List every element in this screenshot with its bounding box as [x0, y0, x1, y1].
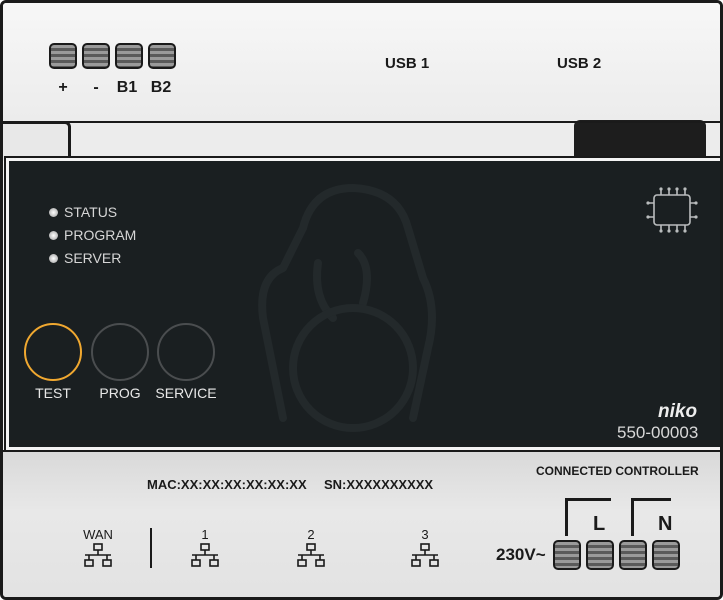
left-housing-tab — [3, 121, 71, 161]
l-label: L — [593, 513, 606, 535]
top-divider — [3, 121, 720, 123]
wan-network-icon[interactable] — [83, 543, 113, 569]
usb-2-label: USB 2 — [557, 55, 602, 72]
status-led-label: STATUS — [64, 204, 118, 220]
service-button-label: SERVICE — [155, 385, 217, 401]
processor-chip-icon — [646, 187, 698, 233]
terminal-label-minus: - — [93, 79, 99, 96]
program-led-label: PROGRAM — [64, 227, 137, 243]
server-led-label: SERVER — [64, 250, 122, 266]
power-terminal-3[interactable] — [619, 540, 647, 570]
lan-port-3-icon[interactable] — [410, 543, 440, 569]
l-bracket-top — [565, 498, 601, 501]
program-led — [49, 230, 58, 240]
bottom-divider — [3, 450, 720, 452]
server-led-row: SERVER — [49, 250, 121, 266]
program-led-row: PROGRAM — [49, 227, 136, 243]
mac-address: MAC:XX:XX:XX:XX:XX:XX — [147, 477, 307, 492]
status-led-row: STATUS — [49, 204, 117, 220]
terminal-b1[interactable] — [115, 43, 143, 69]
status-led — [49, 207, 58, 217]
terminal-minus[interactable] — [82, 43, 110, 69]
right-housing-block — [574, 120, 706, 160]
top-connector-strip — [3, 3, 720, 121]
hand-watermark-icon — [258, 184, 436, 432]
power-terminal-1[interactable] — [553, 540, 581, 570]
lan-port-3-label: 3 — [421, 527, 429, 542]
n-label: N — [658, 513, 673, 535]
connected-controller-title: CONNECTED CONTROLLER — [536, 464, 699, 478]
prog-button[interactable] — [91, 323, 149, 381]
server-led — [49, 253, 58, 263]
lan-port-2-icon[interactable] — [296, 543, 326, 569]
power-terminal-2[interactable] — [586, 540, 614, 570]
terminal-label-b1: B1 — [116, 79, 138, 96]
model-number: 550-00003 — [617, 423, 699, 442]
terminal-label-b2: B2 — [150, 79, 172, 96]
terminal-label-plus: + — [58, 79, 68, 96]
controller-device: + - B1 B2 USB 1 USB 2 STATUS PROGRAM SER… — [0, 0, 723, 600]
wan-label: WAN — [83, 527, 113, 542]
test-button[interactable] — [24, 323, 82, 381]
serial-number: SN:XXXXXXXXXX — [324, 477, 434, 492]
voltage-label: 230V~ — [496, 545, 546, 564]
terminal-b2[interactable] — [148, 43, 176, 69]
lan-port-2-label: 2 — [307, 527, 315, 542]
terminal-plus[interactable] — [49, 43, 77, 69]
power-terminal-4[interactable] — [652, 540, 680, 570]
port-separator — [150, 528, 152, 568]
lan-port-1-icon[interactable] — [190, 543, 220, 569]
service-button[interactable] — [157, 323, 215, 381]
usb-1-label: USB 1 — [385, 55, 430, 72]
brand-logo: niko — [658, 401, 698, 422]
lan-port-1-label: 1 — [201, 527, 209, 542]
